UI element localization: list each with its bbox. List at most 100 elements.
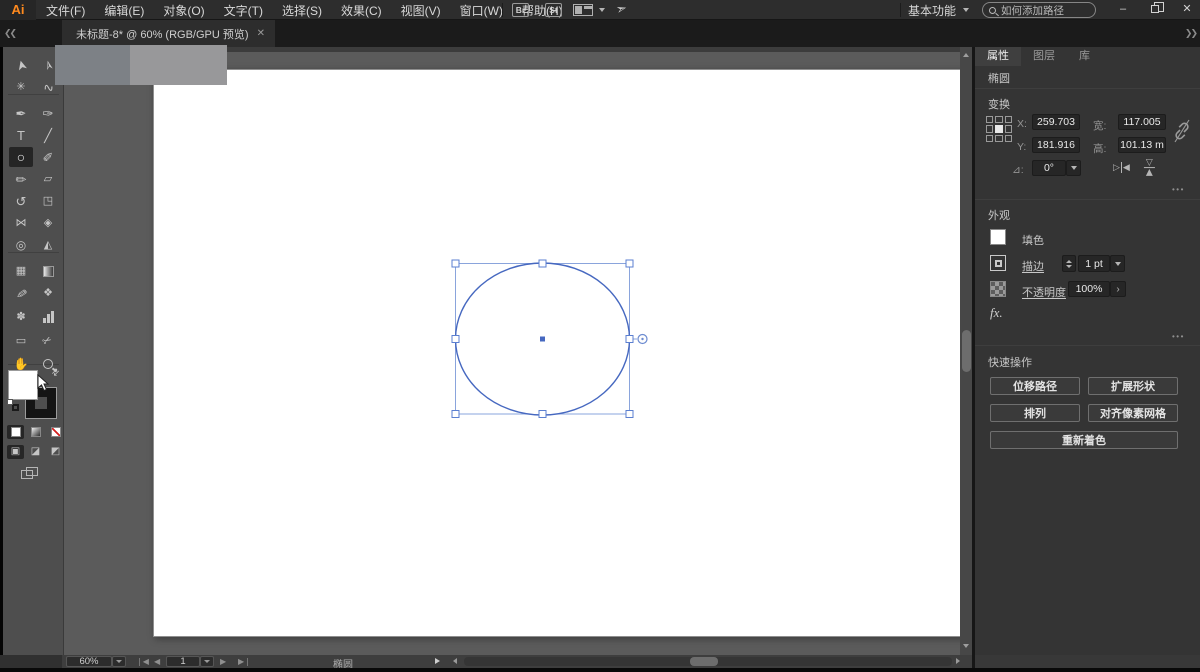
scroll-left-icon[interactable] bbox=[453, 658, 457, 664]
menu-file[interactable]: 文件(F) bbox=[46, 2, 85, 19]
menu-object[interactable]: 对象(O) bbox=[163, 2, 204, 19]
angle-dropdown[interactable] bbox=[1066, 160, 1081, 176]
share-icon[interactable]: ➣ bbox=[614, 0, 629, 18]
artboard-tool[interactable]: ▭ bbox=[9, 331, 33, 351]
tab-properties[interactable]: 属性 bbox=[975, 47, 1021, 66]
free-transform-tool[interactable]: ◈ bbox=[36, 213, 60, 233]
menu-effect[interactable]: 效果(C) bbox=[341, 2, 382, 19]
swap-fill-stroke-icon[interactable]: ⇄ bbox=[49, 366, 62, 379]
fill-color-swatch[interactable] bbox=[8, 370, 38, 400]
draw-behind-button[interactable]: ◪ bbox=[27, 445, 44, 459]
minimize-button[interactable]: – bbox=[1108, 0, 1138, 20]
collapse-panel-right-icon[interactable]: ❯❯ bbox=[1185, 28, 1198, 39]
offset-path-button[interactable]: 位移路径 bbox=[990, 377, 1080, 395]
tab-libraries[interactable]: 库 bbox=[1067, 47, 1102, 66]
slice-tool[interactable]: ✂ bbox=[36, 331, 60, 351]
workspace-layout-icon[interactable] bbox=[573, 4, 593, 16]
stroke-label[interactable]: 描边 bbox=[1022, 258, 1044, 274]
default-fill-stroke-icon[interactable] bbox=[7, 399, 19, 411]
fx-button[interactable]: fx. bbox=[990, 305, 1003, 321]
paintbrush-tool[interactable]: ✐ bbox=[36, 147, 60, 167]
link-dimensions-icon[interactable] bbox=[1172, 117, 1192, 145]
prev-page-icon[interactable]: ◀ bbox=[154, 657, 160, 666]
draw-inside-button[interactable]: ◩ bbox=[47, 445, 64, 459]
draw-normal-button[interactable]: ▣ bbox=[7, 445, 24, 459]
angle-field[interactable]: 0° bbox=[1032, 160, 1066, 176]
selected-ellipse[interactable] bbox=[440, 250, 660, 430]
x-field[interactable]: 259.703 bbox=[1032, 114, 1080, 130]
color-button[interactable] bbox=[7, 425, 24, 439]
gradient-button[interactable] bbox=[27, 425, 44, 439]
zoom-level-field[interactable]: 60% bbox=[66, 656, 112, 667]
expand-shape-button[interactable]: 扩展形状 bbox=[1088, 377, 1178, 395]
blend-tool[interactable]: ❖ bbox=[36, 283, 60, 303]
pen-tool[interactable]: ✒ bbox=[9, 103, 33, 123]
screen-mode-button[interactable] bbox=[21, 467, 39, 480]
artboard-number-field[interactable]: 1 bbox=[166, 656, 200, 667]
vertical-scroll-thumb[interactable] bbox=[961, 330, 971, 372]
menu-select[interactable]: 选择(S) bbox=[282, 2, 322, 19]
scroll-up-icon[interactable] bbox=[963, 53, 969, 57]
opacity-swatch[interactable] bbox=[990, 281, 1006, 297]
zoom-dropdown[interactable] bbox=[112, 656, 126, 667]
canvas[interactable] bbox=[62, 47, 972, 655]
tab-close-icon[interactable]: ✕ bbox=[257, 28, 265, 39]
shape-builder-tool[interactable]: ◎ bbox=[9, 235, 33, 255]
mesh-tool[interactable]: ▦ bbox=[9, 261, 33, 281]
height-field[interactable]: 101.13 m bbox=[1118, 137, 1166, 153]
next-page-icon[interactable]: ▶ bbox=[220, 657, 226, 666]
line-segment-tool[interactable]: ╱ bbox=[36, 125, 60, 145]
stroke-weight-dropdown[interactable] bbox=[1110, 255, 1125, 272]
fill-swatch[interactable] bbox=[990, 229, 1006, 245]
recolor-button[interactable]: 重新着色 bbox=[990, 431, 1178, 449]
rotate-tool[interactable]: ↺ bbox=[9, 191, 33, 211]
bridge-button[interactable]: Br bbox=[512, 3, 529, 17]
menu-view[interactable]: 视图(V) bbox=[401, 2, 441, 19]
width-field[interactable]: 117.005 bbox=[1118, 114, 1166, 130]
width-tool[interactable]: ⋈ bbox=[9, 213, 33, 233]
chevron-down-icon[interactable] bbox=[599, 8, 605, 12]
curvature-tool[interactable]: ✑ bbox=[36, 103, 60, 123]
scroll-down-icon[interactable] bbox=[963, 644, 969, 648]
eraser-tool[interactable]: ▱ bbox=[36, 169, 60, 189]
gradient-tool[interactable] bbox=[36, 261, 60, 281]
eyedropper-tool[interactable]: ✎ bbox=[9, 283, 33, 303]
document-tab[interactable]: 未标题-8* @ 60% (RGB/GPU 预览) ✕ bbox=[62, 20, 275, 47]
type-tool[interactable]: T bbox=[9, 125, 33, 145]
scroll-right-icon[interactable] bbox=[956, 658, 960, 664]
menu-window[interactable]: 窗口(W) bbox=[460, 2, 503, 19]
arrange-button[interactable]: 排列 bbox=[990, 404, 1080, 422]
workspace-switcher[interactable]: 基本功能 bbox=[908, 0, 970, 20]
perspective-grid-tool[interactable]: ◭ bbox=[36, 235, 60, 255]
ellipse-tool[interactable]: ○ bbox=[9, 147, 33, 167]
stock-button[interactable]: St bbox=[545, 3, 562, 17]
close-button[interactable]: ✕ bbox=[1172, 0, 1200, 20]
opacity-more-button[interactable]: › bbox=[1110, 281, 1126, 297]
magic-wand-tool[interactable]: ✳ bbox=[9, 77, 33, 97]
scale-tool[interactable]: ◳ bbox=[36, 191, 60, 211]
last-page-icon[interactable]: ▶❘ bbox=[238, 657, 251, 666]
artboard-dropdown[interactable] bbox=[200, 656, 214, 667]
menu-edit[interactable]: 编辑(E) bbox=[104, 2, 144, 19]
first-page-icon[interactable]: ❘◀ bbox=[136, 657, 149, 666]
stroke-swatch[interactable] bbox=[990, 255, 1006, 271]
flip-vertical-icon[interactable]: ▷ ◀ bbox=[1143, 159, 1155, 176]
search-input[interactable]: 如何添加路径 bbox=[982, 2, 1096, 18]
vertical-scrollbar[interactable] bbox=[960, 47, 972, 655]
tab-layers[interactable]: 图层 bbox=[1021, 47, 1067, 66]
reference-point-icon[interactable] bbox=[986, 116, 1012, 142]
align-pixel-grid-button[interactable]: 对齐像素网格 bbox=[1088, 404, 1178, 422]
collapse-panel-left-icon[interactable]: ❮❮ bbox=[4, 28, 17, 39]
flip-horizontal-icon[interactable]: ▷ ◀ bbox=[1113, 162, 1130, 173]
none-button[interactable] bbox=[47, 425, 64, 439]
horizontal-scroll-thumb[interactable] bbox=[690, 657, 718, 666]
stroke-weight-field[interactable]: 1 pt bbox=[1078, 255, 1110, 272]
selection-tool[interactable]: ➤ bbox=[9, 55, 33, 75]
opacity-label[interactable]: 不透明度 bbox=[1022, 284, 1066, 300]
status-flow-icon[interactable] bbox=[435, 658, 440, 664]
opacity-field[interactable]: 100% bbox=[1068, 281, 1110, 297]
appearance-more-options[interactable]: ••• bbox=[1172, 332, 1185, 341]
column-graph-tool[interactable] bbox=[36, 307, 60, 327]
shaper-tool[interactable]: ✏ bbox=[9, 169, 33, 189]
transform-more-options[interactable]: ••• bbox=[1172, 185, 1185, 194]
